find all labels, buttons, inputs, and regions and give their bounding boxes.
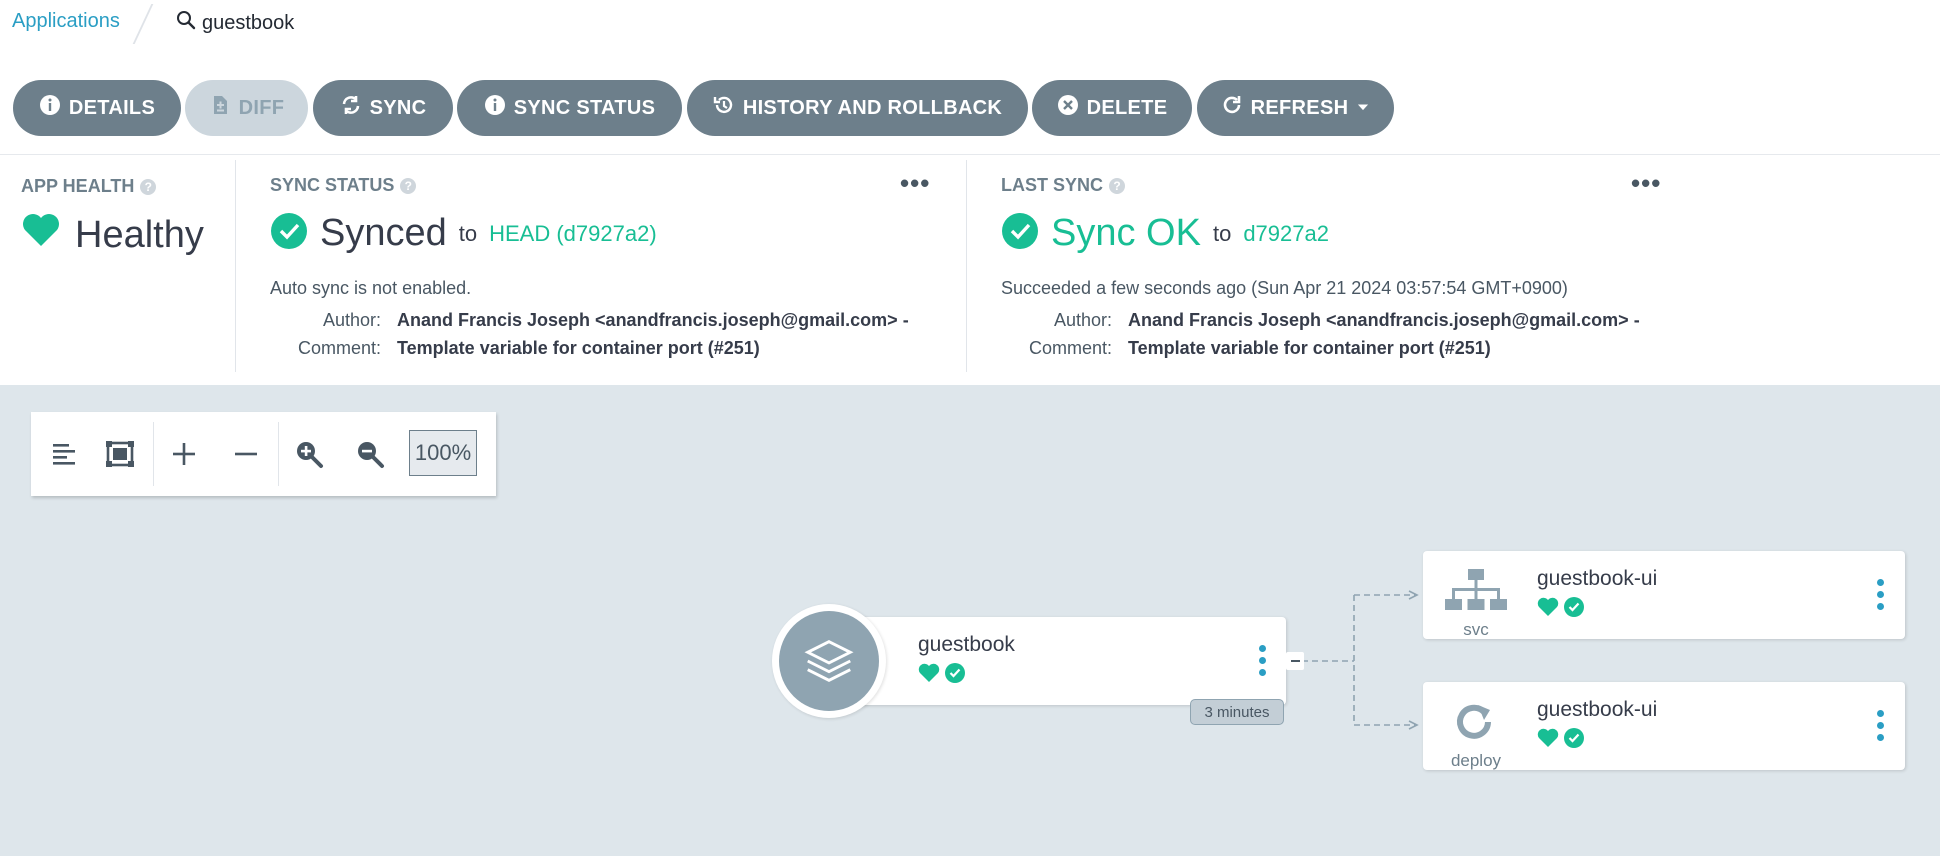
current-app-name: guestbook (202, 11, 295, 34)
history-and-rollback-button[interactable]: HISTORY AND ROLLBACK (687, 80, 1028, 136)
app-node-name: guestbook (918, 633, 1015, 656)
app-node-guestbook[interactable] (830, 617, 1286, 705)
history-label: HISTORY AND ROLLBACK (742, 96, 1003, 119)
sync-status-revision-link[interactable]: HEAD (d7927a2) (489, 221, 657, 247)
zoom-in-icon[interactable] (292, 436, 326, 472)
sync-comment: Template variable for container port (#2… (397, 338, 760, 358)
column-divider (966, 160, 967, 372)
last-sync-label: LAST SYNC (1001, 175, 1104, 195)
close-circle-icon (1057, 94, 1079, 122)
help-icon[interactable]: ? (400, 177, 417, 194)
toolbar-divider (278, 422, 279, 486)
sync-status-label: SYNC STATUS (270, 175, 395, 195)
zoom-out-icon[interactable] (353, 436, 387, 472)
search-icon (176, 10, 196, 36)
check-circle-icon (270, 212, 308, 255)
last-sync-heading: LAST SYNC ? (1001, 175, 1126, 196)
last-sync-author: Anand Francis Joseph <anandfrancis.josep… (1128, 310, 1640, 330)
sync-status-value: Synced (320, 212, 447, 254)
toolbar-divider (153, 422, 154, 486)
check-circle-icon (1001, 212, 1039, 255)
app-node-icon-wrapper (772, 604, 886, 718)
last-sync-more-icon[interactable]: ••• (1631, 168, 1661, 199)
deploy-node-menu-icon[interactable] (1876, 710, 1884, 741)
sync-status-to: to (458, 220, 478, 246)
caret-down-icon (1356, 97, 1370, 120)
breadcrumb-current-app[interactable]: guestbook (176, 10, 294, 36)
sync-author: Anand Francis Joseph <anandfrancis.josep… (397, 310, 909, 330)
sync-status-heading: SYNC STATUS ? (270, 175, 417, 196)
collapse-node-icon[interactable] (1286, 652, 1304, 670)
sync-status-more-icon[interactable]: ••• (900, 168, 930, 199)
graph-toolbar: 100% (31, 412, 496, 496)
svc-node-name: guestbook-ui (1537, 567, 1658, 590)
heart-icon (21, 212, 61, 258)
help-icon[interactable]: ? (1109, 177, 1126, 194)
author-key: Author: (1053, 310, 1112, 330)
sync-label: SYNC (369, 96, 427, 119)
svc-node-health-sync (1537, 596, 1585, 623)
deploy-node-health-sync (1537, 727, 1585, 754)
sync-status-button[interactable]: SYNC STATUS (457, 80, 682, 136)
expand-plus-icon[interactable] (167, 436, 201, 472)
app-node-age-badge: 3 minutes (1190, 699, 1284, 725)
collapse-minus-icon[interactable] (229, 436, 263, 472)
last-sync-value-row: Sync OK to d7927a2 (1001, 212, 1329, 255)
app-node-menu-icon[interactable] (1258, 645, 1266, 676)
check-circle-icon (1563, 596, 1585, 623)
layers-icon (779, 611, 879, 711)
sync-icon (340, 94, 362, 122)
column-divider (235, 160, 236, 372)
deploy-node-name: guestbook-ui (1537, 698, 1658, 721)
help-icon[interactable]: ? (140, 178, 157, 195)
info-icon (39, 94, 61, 122)
app-health-label: APP HEALTH (21, 176, 135, 196)
breadcrumb-applications-link[interactable]: Applications (12, 10, 120, 33)
author-key: Author: (322, 310, 381, 330)
app-node-health-sync (918, 662, 966, 689)
action-toolbar: DETAILS DIFF SYNC SYNC STATUS HISTORY AN… (0, 64, 1940, 155)
network-tree-icon (1444, 569, 1508, 622)
sync-status-value-row: Synced to HEAD (d7927a2) (270, 212, 657, 255)
heart-icon (1537, 596, 1559, 623)
details-label: DETAILS (68, 96, 156, 119)
align-left-icon[interactable] (47, 436, 81, 472)
svc-kind-label: svc (1463, 620, 1489, 639)
details-button[interactable]: DETAILS (13, 80, 181, 136)
refresh-button[interactable]: REFRESH (1197, 80, 1394, 136)
rollout-sync-icon (1446, 697, 1506, 752)
info-icon (484, 94, 506, 122)
deploy-kind-label: deploy (1450, 751, 1502, 770)
app-health-value: Healthy (75, 213, 204, 256)
svc-node-menu-icon[interactable] (1876, 579, 1884, 610)
comment-key: Comment: (297, 338, 381, 358)
diff-label: DIFF (238, 96, 285, 119)
app-health-heading: APP HEALTH ? (21, 176, 157, 197)
diff-button[interactable]: DIFF (185, 80, 308, 136)
delete-button[interactable]: DELETE (1032, 80, 1192, 136)
zoom-level-display[interactable]: 100% (409, 430, 477, 476)
heart-icon (918, 662, 940, 689)
last-sync-comment: Template variable for container port (#2… (1128, 338, 1491, 358)
app-health-status: Healthy (21, 212, 204, 258)
heart-icon (1537, 727, 1559, 754)
last-sync-revision-link[interactable]: d7927a2 (1243, 221, 1329, 247)
sync-button[interactable]: SYNC (313, 80, 453, 136)
sync-status-label: SYNC STATUS (513, 96, 656, 119)
last-sync-to: to (1212, 220, 1232, 246)
refresh-icon (1221, 94, 1243, 122)
auto-sync-note: Auto sync is not enabled. (270, 278, 472, 298)
refresh-label: REFRESH (1250, 96, 1349, 119)
comment-key: Comment: (1028, 338, 1112, 358)
check-circle-icon (944, 662, 966, 689)
fit-to-screen-icon[interactable] (103, 436, 137, 472)
last-sync-value: Sync OK (1051, 212, 1201, 254)
check-circle-icon (1563, 727, 1585, 754)
last-sync-succeeded: Succeeded a few seconds ago (Sun Apr 21 … (1001, 278, 1568, 298)
history-icon (713, 94, 735, 122)
file-diff-icon (209, 94, 231, 122)
delete-label: DELETE (1086, 96, 1168, 119)
